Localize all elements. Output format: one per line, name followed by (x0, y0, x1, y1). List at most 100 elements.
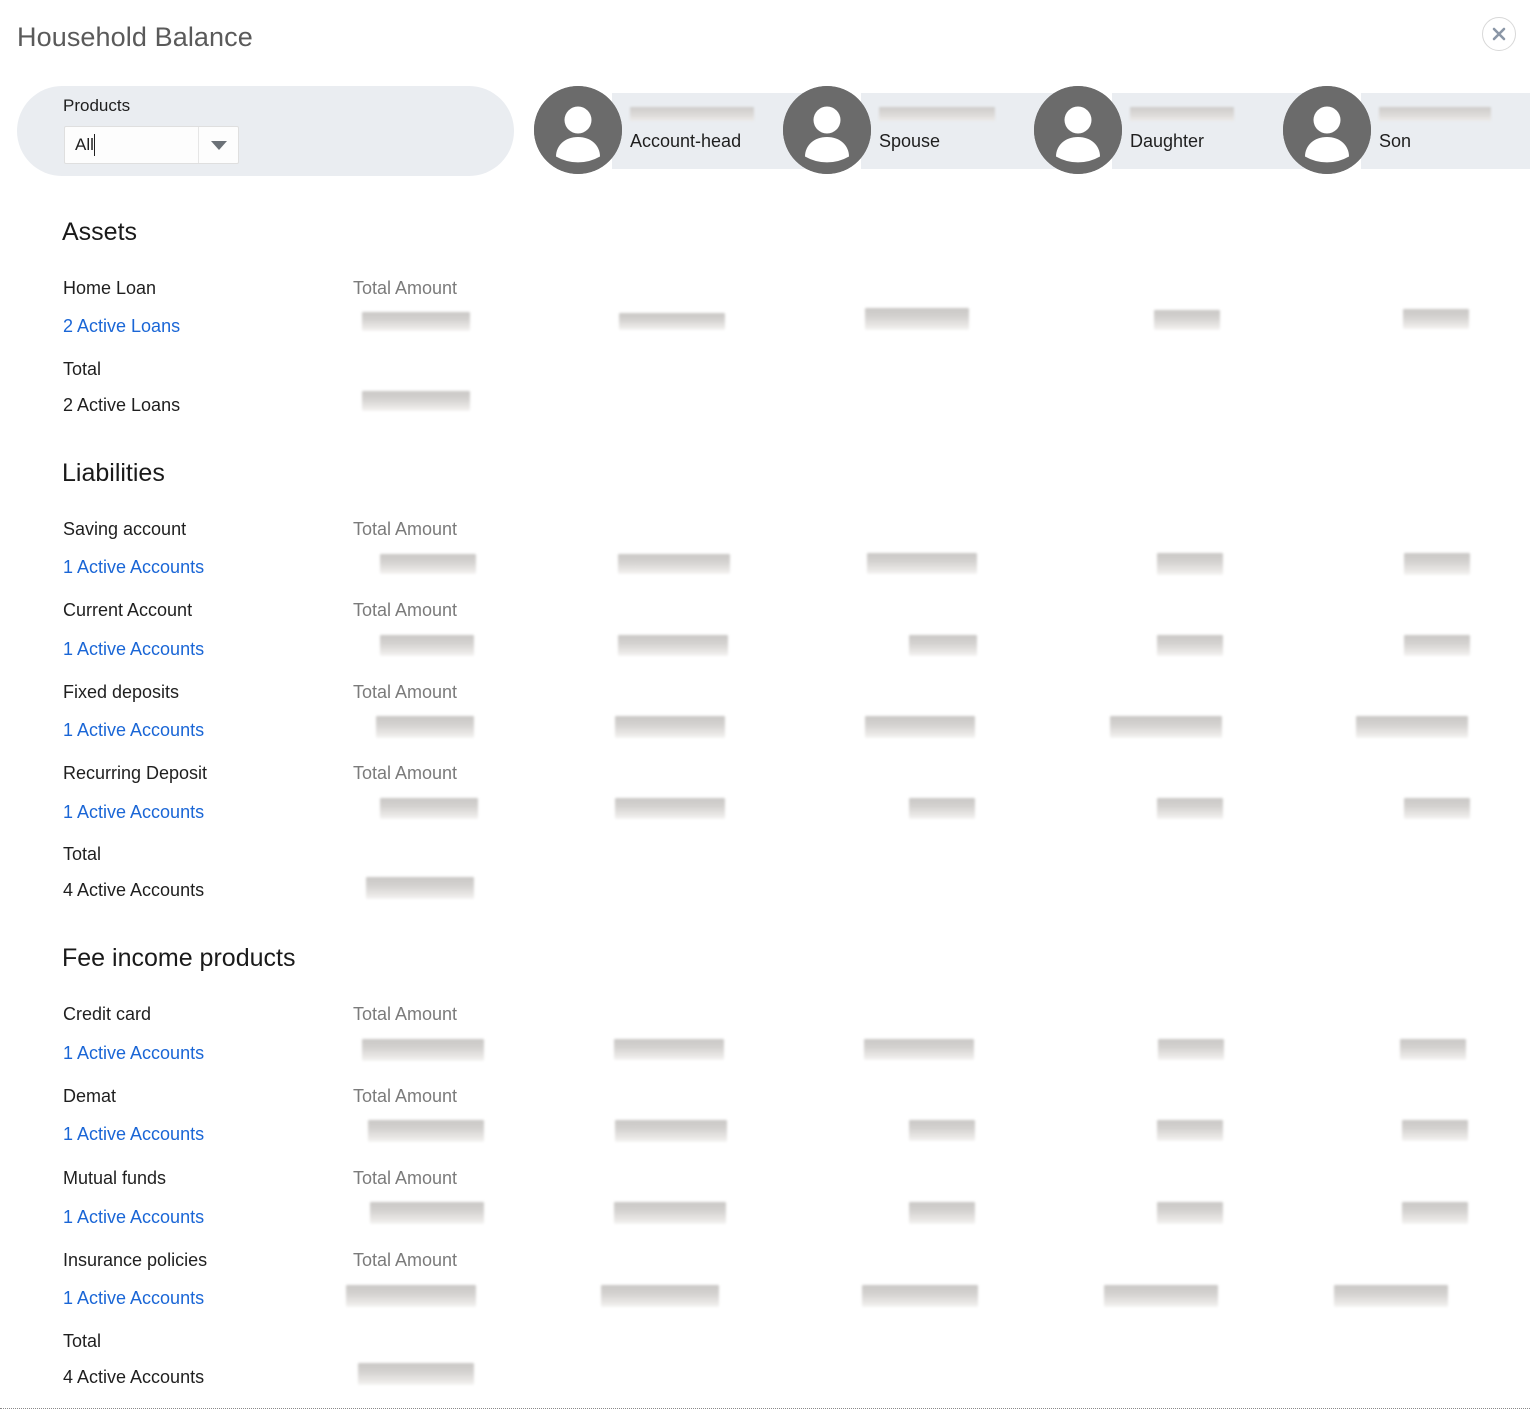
amount-redacted (601, 1285, 719, 1307)
amount-redacted (1356, 716, 1468, 738)
person-avatar-icon (783, 86, 871, 174)
section-title-assets: Assets (62, 218, 138, 246)
product-label: Saving account (63, 519, 187, 539)
amount-redacted (867, 553, 977, 574)
amount-redacted (618, 554, 730, 574)
section-title-liabilities: Liabilities (62, 459, 165, 487)
total-accounts-label: 2 Active Loans (63, 395, 181, 415)
products-filter-panel: Products All (17, 86, 514, 176)
amount-redacted (1402, 1202, 1468, 1224)
amount-redacted (1157, 635, 1223, 656)
product-label: Recurring Deposit (63, 763, 208, 783)
amount-redacted (615, 716, 725, 738)
member-role-label: Account-head (630, 131, 742, 151)
amount-redacted (619, 313, 725, 330)
amount-redacted (862, 1285, 978, 1307)
bottom-divider (0, 1408, 1530, 1409)
amount-redacted (1404, 798, 1470, 819)
product-label: Mutual funds (63, 1168, 167, 1188)
member-role-label: Spouse (879, 131, 941, 151)
column-header-total-amount: Total Amount (353, 600, 458, 620)
amount-redacted (614, 1202, 726, 1224)
amount-redacted (1154, 310, 1220, 330)
accounts-link[interactable]: 1 Active Accounts (63, 720, 204, 741)
accounts-link[interactable]: 1 Active Accounts (63, 1288, 204, 1309)
column-header-total-amount: Total Amount (353, 1250, 458, 1270)
amount-redacted (614, 1039, 724, 1060)
amount-redacted (380, 635, 474, 656)
amount-redacted (615, 798, 725, 819)
amount-redacted (346, 1285, 476, 1307)
total-accounts-label: 4 Active Accounts (63, 1367, 205, 1387)
member-role-label: Daughter (1130, 131, 1205, 151)
amount-redacted (368, 1120, 484, 1142)
product-label: Insurance policies (63, 1250, 208, 1270)
product-label: Current Account (63, 600, 193, 620)
member-name-redacted (1379, 107, 1491, 121)
amount-redacted (864, 1039, 974, 1060)
products-select-value: All (75, 135, 94, 154)
column-header-total-amount: Total Amount (353, 1086, 458, 1106)
amount-redacted (1104, 1285, 1218, 1307)
member-pill: Son (1361, 93, 1530, 169)
text-caret (94, 134, 95, 156)
total-amount-redacted (362, 391, 470, 411)
product-label: Demat (63, 1086, 117, 1106)
amount-redacted (1110, 716, 1222, 738)
member-name-redacted (1130, 107, 1234, 121)
amount-redacted (865, 308, 969, 330)
product-label: Fixed deposits (63, 682, 180, 702)
amount-redacted (380, 798, 478, 819)
amount-redacted (362, 1039, 484, 1061)
accounts-link[interactable]: 1 Active Accounts (63, 1043, 204, 1064)
section-title-fee-income-products: Fee income products (62, 944, 296, 972)
column-header-total-amount: Total Amount (353, 1004, 458, 1024)
amount-redacted (1157, 553, 1223, 575)
amount-redacted (1334, 1285, 1448, 1307)
products-select-toggle[interactable] (198, 127, 238, 163)
amount-redacted (370, 1202, 484, 1224)
total-label: Total (63, 359, 102, 379)
amount-redacted (380, 554, 476, 574)
total-label: Total (63, 844, 102, 864)
amount-redacted (362, 312, 470, 331)
amount-redacted (376, 716, 474, 738)
amount-redacted (1157, 1120, 1223, 1141)
accounts-link[interactable]: 1 Active Accounts (63, 1207, 204, 1228)
accounts-link[interactable]: 1 Active Accounts (63, 639, 204, 660)
column-header-total-amount: Total Amount (353, 682, 458, 702)
amount-redacted (1402, 1120, 1468, 1141)
amount-redacted (615, 1120, 727, 1142)
product-label: Home Loan (63, 278, 157, 298)
amount-redacted (909, 798, 975, 819)
total-accounts-label: 4 Active Accounts (63, 880, 205, 900)
amount-redacted (1404, 635, 1470, 656)
column-header-total-amount: Total Amount (353, 763, 458, 783)
column-header-total-amount: Total Amount (353, 519, 458, 539)
column-header-total-amount: Total Amount (353, 278, 458, 298)
amount-redacted (1157, 1202, 1223, 1224)
chevron-down-icon (211, 141, 227, 150)
amount-redacted (909, 1202, 975, 1224)
accounts-link[interactable]: 1 Active Accounts (63, 802, 204, 823)
close-button[interactable] (1482, 17, 1516, 51)
close-icon (1492, 27, 1506, 41)
products-select[interactable]: All (64, 126, 239, 164)
filter-and-members-strip: Products All Account-head Spouse Daughte… (0, 86, 1530, 186)
amount-redacted (1158, 1039, 1224, 1060)
amount-redacted (1403, 309, 1469, 329)
person-avatar-icon (534, 86, 622, 174)
amount-redacted (618, 635, 728, 656)
page-title: Household Balance (17, 22, 253, 52)
products-filter-label: Products (63, 96, 131, 115)
amount-redacted (1404, 553, 1470, 575)
accounts-link[interactable]: 1 Active Accounts (63, 1124, 204, 1145)
accounts-link[interactable]: 1 Active Accounts (63, 557, 204, 578)
member-name-redacted (879, 107, 995, 121)
accounts-link[interactable]: 2 Active Loans (63, 316, 180, 337)
total-amount-redacted (358, 1363, 474, 1385)
total-amount-redacted (366, 877, 474, 899)
person-avatar-icon (1283, 86, 1371, 174)
amount-redacted (909, 1120, 975, 1141)
amount-redacted (1400, 1039, 1466, 1060)
